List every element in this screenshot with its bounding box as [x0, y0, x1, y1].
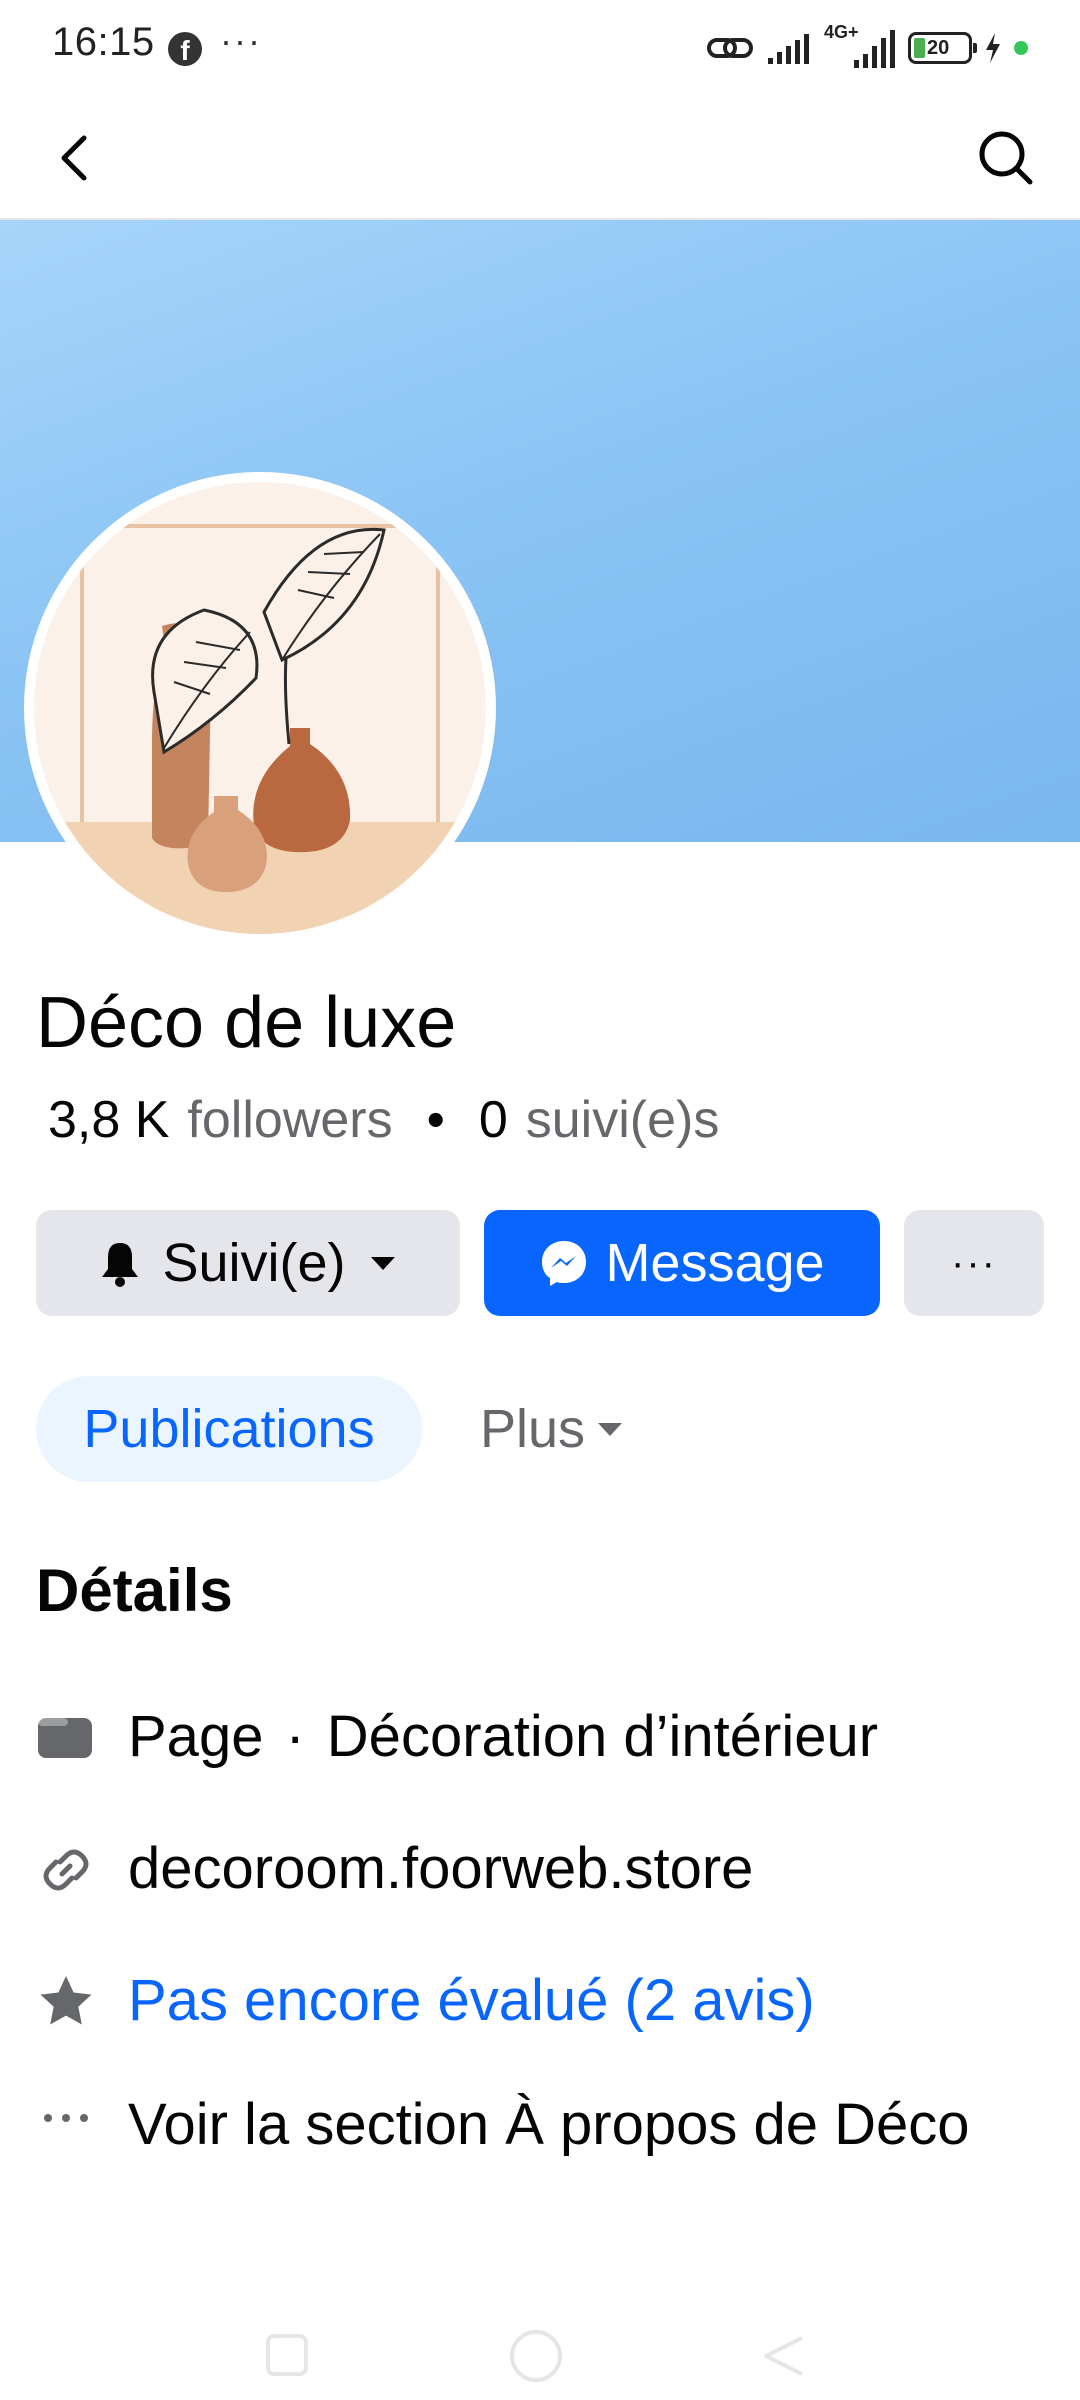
charging-icon — [986, 33, 1000, 63]
home-icon[interactable] — [506, 2326, 566, 2386]
battery-icon: 20 — [908, 32, 977, 64]
tab-publications[interactable]: Publications — [36, 1376, 422, 1482]
details-heading: Détails — [36, 1557, 233, 1624]
facebook-icon: f — [168, 32, 202, 66]
website-link[interactable]: decoroom.foorweb.store — [128, 1832, 753, 1906]
star-icon — [40, 1976, 92, 2025]
stats-separator: • — [426, 1091, 445, 1149]
page-type-label: Page — [128, 1704, 264, 1769]
detail-rating-row[interactable]: Pas encore évalué (2 avis) — [36, 1964, 815, 2038]
search-button[interactable] — [968, 120, 1044, 196]
recent-apps-icon[interactable] — [262, 2330, 312, 2380]
page-flag-icon — [38, 1718, 92, 1758]
status-time: 16:15 — [52, 20, 155, 64]
link-icon — [43, 1849, 89, 1891]
page-title: Déco de luxe — [36, 983, 457, 1063]
vases-illustration-icon — [34, 482, 486, 934]
more-options-icon: ··· — [951, 1240, 997, 1285]
search-icon — [979, 131, 1033, 185]
privacy-dot-icon — [1014, 41, 1028, 55]
message-button[interactable]: Message — [484, 1210, 880, 1316]
more-horizontal-icon — [44, 2114, 88, 2122]
messenger-icon — [542, 1241, 587, 1286]
detail-website-row[interactable]: decoroom.foorweb.store — [36, 1832, 753, 1906]
battery-level: 20 — [927, 37, 950, 59]
category-label: Décoration d’intérieur — [326, 1704, 879, 1769]
following-label[interactable]: suivi(e)s — [526, 1090, 720, 1150]
avatar — [34, 482, 486, 934]
tab-plus[interactable]: Plus — [480, 1376, 625, 1482]
tab-publications-label: Publications — [83, 1399, 375, 1459]
system-navigation-bar — [0, 2300, 1080, 2400]
bell-icon — [102, 1243, 139, 1287]
chevron-left-icon — [61, 135, 87, 181]
tab-plus-label: Plus — [480, 1399, 586, 1459]
followers-count[interactable]: 3,8 K — [48, 1090, 169, 1150]
detail-category-text: Page · Décoration d’intérieur — [128, 1700, 878, 1774]
following-count[interactable]: 0 — [479, 1090, 508, 1150]
profile-picture[interactable] — [24, 472, 496, 944]
category-separator: · — [285, 1704, 305, 1769]
caret-down-icon — [598, 1423, 623, 1436]
message-button-label: Message — [605, 1233, 825, 1293]
follower-stats: 3,8 K followers • 0 suivi(e)s — [48, 1090, 719, 1150]
more-options-button[interactable]: ··· — [904, 1210, 1044, 1316]
following-button-label: Suivi(e) — [162, 1233, 346, 1293]
detail-about-row[interactable]: Voir la section À propos de Déco — [36, 2088, 1008, 2162]
following-button[interactable]: Suivi(e) — [36, 1210, 460, 1316]
rating-link[interactable]: Pas encore évalué (2 avis) — [128, 1964, 815, 2038]
status-more-icon: ··· — [220, 20, 262, 61]
signal-4g-icon: 4G+ — [824, 22, 896, 70]
caret-down-icon — [370, 1257, 395, 1270]
back-button[interactable] — [40, 120, 116, 196]
link-icon — [707, 38, 753, 58]
about-section-link[interactable]: Voir la section À propos de Déco — [128, 2088, 1008, 2162]
status-bar: 16:15 f ··· 4G+ 20 — [0, 0, 1080, 100]
status-icons: 4G+ 20 — [706, 22, 1028, 70]
top-navigation — [0, 100, 1080, 220]
back-nav-icon[interactable] — [758, 2330, 808, 2380]
detail-category-row: Page · Décoration d’intérieur — [36, 1700, 878, 1774]
signal-icon — [768, 34, 809, 64]
followers-label[interactable]: followers — [187, 1090, 392, 1150]
